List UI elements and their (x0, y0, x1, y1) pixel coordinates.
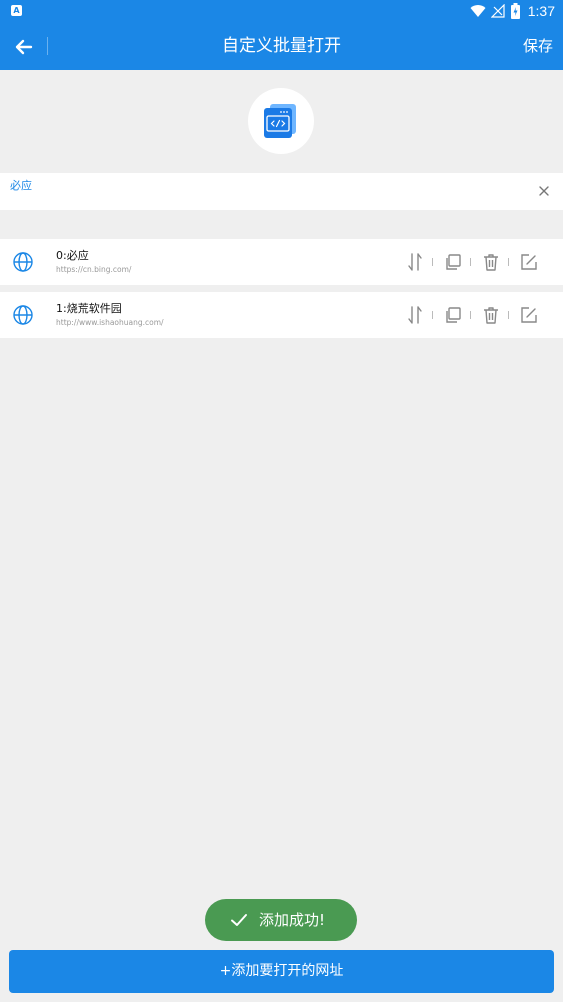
search-row: 必应 (0, 173, 563, 210)
sort-icon[interactable] (405, 305, 425, 325)
trash-icon[interactable] (481, 305, 501, 325)
item-title: 1:烧荒软件园 (56, 302, 122, 315)
edit-icon[interactable] (519, 305, 539, 325)
close-icon[interactable] (537, 184, 551, 198)
list-item[interactable]: 0:必应 https://cn.bing.com/ (0, 239, 563, 285)
status-bar: A 1:37 (0, 0, 563, 23)
action-separator (432, 258, 433, 266)
action-separator (432, 311, 433, 319)
status-time: 1:37 (527, 3, 555, 19)
wifi-icon (470, 5, 486, 18)
page-title: 自定义批量打开 (222, 36, 341, 56)
copy-icon[interactable] (443, 305, 463, 325)
battery-icon (511, 3, 520, 19)
notification-icon: A (11, 5, 22, 16)
save-button[interactable]: 保存 (523, 36, 553, 56)
action-separator (508, 311, 509, 319)
success-toast: 添加成功! (205, 899, 357, 941)
app-logo (248, 88, 314, 154)
search-input[interactable]: 必应 (10, 179, 32, 193)
list-item[interactable]: 1:烧荒软件园 http://www.ishaohuang.com/ (0, 292, 563, 338)
copy-icon[interactable] (443, 252, 463, 272)
check-icon (231, 914, 247, 926)
action-separator (508, 258, 509, 266)
globe-icon (13, 252, 33, 272)
edit-icon[interactable] (519, 252, 539, 272)
trash-icon[interactable] (481, 252, 501, 272)
action-separator (470, 258, 471, 266)
item-url: https://cn.bing.com/ (56, 265, 132, 274)
item-title: 0:必应 (56, 249, 89, 262)
item-actions (405, 305, 553, 325)
code-window-icon (264, 104, 296, 138)
action-separator (470, 311, 471, 319)
add-url-button[interactable]: +添加要打开的网址 (9, 950, 554, 993)
item-actions (405, 252, 553, 272)
globe-icon (13, 305, 33, 325)
sort-icon[interactable] (405, 252, 425, 272)
toast-text: 添加成功! (259, 911, 326, 929)
item-url: http://www.ishaohuang.com/ (56, 318, 164, 327)
signal-icon (491, 4, 505, 18)
app-bar: 自定义批量打开 保存 (0, 23, 563, 70)
